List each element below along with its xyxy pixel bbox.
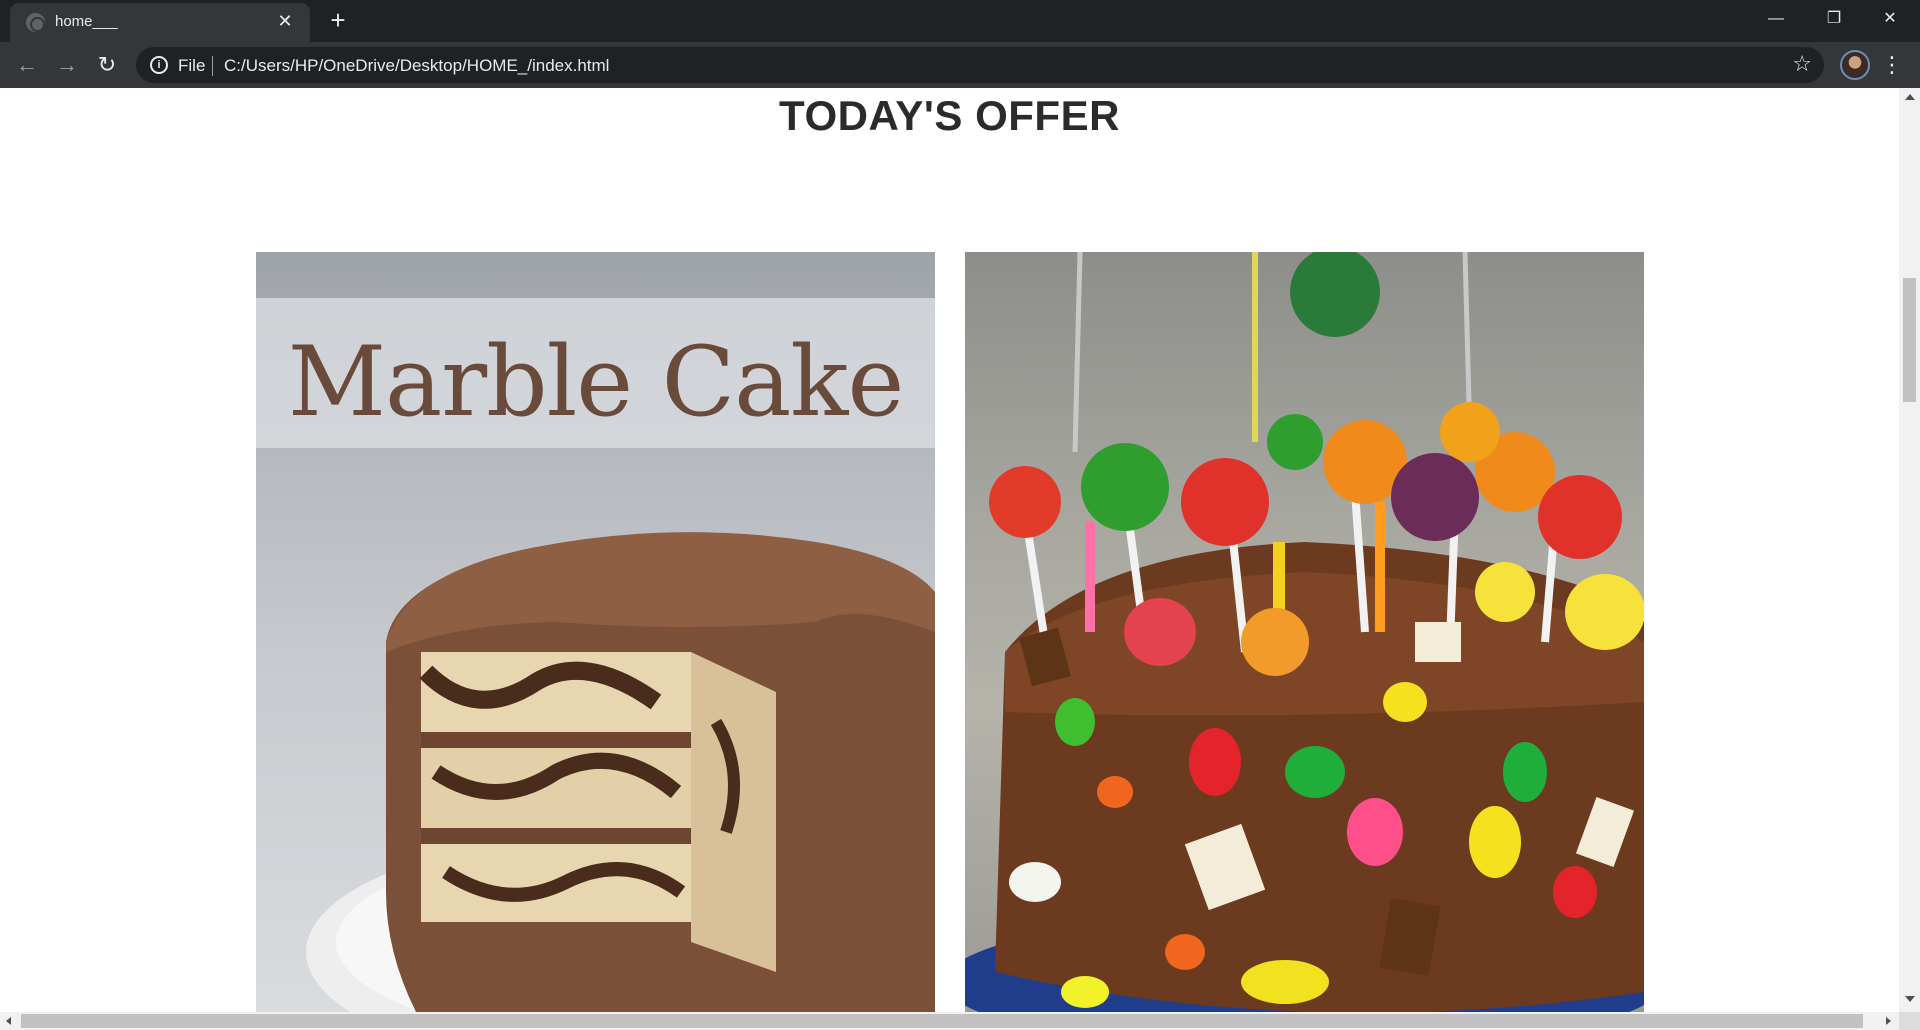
scroll-up-arrow[interactable] <box>1905 94 1915 100</box>
reload-icon[interactable]: ↻ <box>92 50 122 80</box>
tab-close-icon[interactable]: ✕ <box>274 10 296 32</box>
horizontal-scroll-thumb[interactable] <box>21 1014 1863 1028</box>
window-close-icon[interactable]: ✕ <box>1862 0 1918 38</box>
scheme-separator <box>212 56 213 76</box>
menu-icon[interactable]: ⋮ <box>1880 50 1904 80</box>
offer-card-marble-cake[interactable]: Marble Cake <box>256 252 935 1012</box>
profile-avatar[interactable] <box>1840 50 1870 80</box>
minimize-icon[interactable]: — <box>1748 0 1804 38</box>
tab-home[interactable]: home___ ✕ <box>10 3 310 42</box>
info-icon[interactable]: i <box>150 56 168 74</box>
scroll-left-arrow[interactable] <box>6 1017 11 1025</box>
globe-icon <box>26 13 45 32</box>
vertical-scrollbar[interactable] <box>1899 88 1920 1012</box>
scroll-right-arrow[interactable] <box>1886 1017 1891 1025</box>
scrollbar-corner <box>1899 1012 1920 1030</box>
back-icon[interactable]: ← <box>12 50 42 80</box>
vertical-scroll-thumb[interactable] <box>1903 278 1916 402</box>
restore-icon[interactable]: ❐ <box>1806 0 1862 38</box>
new-tab-button[interactable]: + <box>325 7 351 33</box>
tab-title: home___ <box>55 13 118 30</box>
url-text[interactable]: C:/Users/HP/OneDrive/Desktop/HOME_/index… <box>224 56 609 76</box>
page-viewport: TODAY'S OFFER Marble Cake <box>0 88 1899 1012</box>
offer-card-candy-cake[interactable] <box>965 252 1644 1012</box>
page-title: TODAY'S OFFER <box>779 92 1120 139</box>
tab-strip: home___ ✕ + — ❐ ✕ <box>0 0 1920 42</box>
forward-icon[interactable]: → <box>52 50 82 80</box>
address-bar[interactable]: i File C:/Users/HP/OneDrive/Desktop/HOME… <box>136 47 1824 83</box>
scroll-down-arrow[interactable] <box>1905 996 1915 1002</box>
horizontal-scrollbar[interactable] <box>0 1012 1899 1030</box>
bookmark-star-icon[interactable]: ☆ <box>1792 51 1812 77</box>
marble-cake-image <box>306 532 935 1012</box>
browser-toolbar: ← → ↻ i File C:/Users/HP/OneDrive/Deskto… <box>0 42 1920 88</box>
candy-cake-image <box>965 252 1644 1012</box>
scheme-label: File <box>178 56 206 75</box>
